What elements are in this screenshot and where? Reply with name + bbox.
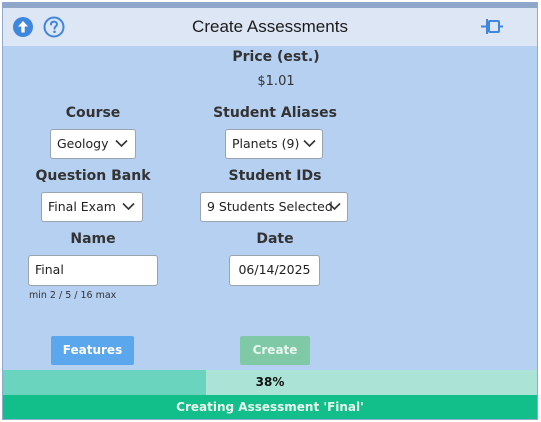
progress-percent: 38% xyxy=(255,375,285,389)
student-aliases-select[interactable]: Planets (9) xyxy=(225,129,323,159)
status-bar: Creating Assessment 'Final' xyxy=(3,395,537,419)
student-aliases-select-value: Planets (9) xyxy=(232,136,300,151)
panel-header: Create Assessments xyxy=(3,8,537,46)
features-button[interactable]: Features xyxy=(51,336,134,365)
name-label: Name xyxy=(70,231,116,247)
chevron-down-icon xyxy=(328,202,341,211)
course-select[interactable]: Geology xyxy=(50,129,136,159)
name-length-hint: min 2 / 5 / 16 max xyxy=(29,290,117,301)
student-ids-select-value: 9 Students Selected xyxy=(207,199,333,214)
date-label: Date xyxy=(256,231,294,247)
price-label: Price (est.) xyxy=(232,49,320,65)
chevron-down-icon xyxy=(122,202,135,211)
chevron-down-icon xyxy=(303,139,316,148)
date-input[interactable]: 06/14/2025 xyxy=(229,255,320,286)
student-aliases-label: Student Aliases xyxy=(213,105,337,121)
chevron-down-icon xyxy=(115,139,128,148)
question-bank-label: Question Bank xyxy=(35,168,151,184)
create-button[interactable]: Create xyxy=(240,336,310,365)
question-bank-select[interactable]: Final Exam xyxy=(41,192,143,222)
pin-icon[interactable] xyxy=(480,17,504,41)
progress-bar: 38% xyxy=(3,370,537,395)
course-select-value: Geology xyxy=(57,136,109,151)
page-title: Create Assessments xyxy=(192,17,348,36)
name-input[interactable]: Final xyxy=(28,255,158,286)
question-bank-select-value: Final Exam xyxy=(48,199,116,214)
price-value: $1.01 xyxy=(257,74,295,89)
student-ids-label: Student IDs xyxy=(228,168,322,184)
course-label: Course xyxy=(65,105,121,121)
create-assessments-panel: Create Assessments Price (est.) $1.01 Co… xyxy=(2,2,538,420)
student-ids-select[interactable]: 9 Students Selected xyxy=(200,192,348,222)
